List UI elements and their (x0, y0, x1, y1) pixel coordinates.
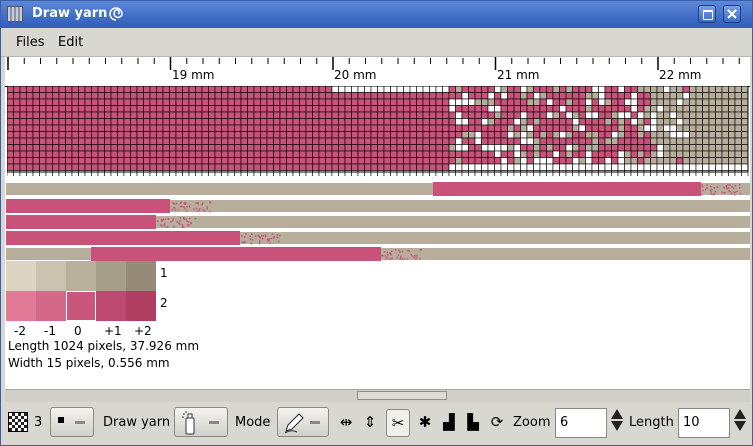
maximize-icon (703, 10, 713, 20)
shade-row2-swatch[interactable] (126, 291, 156, 321)
length-down-icon[interactable] (734, 421, 746, 431)
shade-offset-label: 0 (74, 324, 82, 338)
yarn-canvas[interactable]: 19 mm 20 mm 21 mm 22 mm 1 2 -2 -1 0 +1 +2 Leng… (5, 57, 750, 389)
menu-bar: Files Edit (1, 28, 752, 57)
width-status: Width 15 pixels, 0.556 mm (8, 356, 170, 370)
shade-row1-label: 1 (160, 266, 168, 280)
strand-2-pink (6, 199, 170, 213)
shade-row2-swatch[interactable] (6, 291, 36, 321)
length-stepper[interactable] (733, 407, 747, 439)
strand-5-pink (91, 247, 381, 261)
length-up-icon[interactable] (734, 409, 746, 419)
shade-offset-label: +1 (104, 324, 122, 338)
fluff-icon[interactable]: ✱ (414, 409, 436, 435)
shade-row1-swatch[interactable] (6, 261, 36, 291)
pen-icon (284, 413, 304, 434)
stretch-horizontal-icon[interactable]: ⇹ (335, 409, 357, 435)
scrollbar-thumb[interactable] (357, 391, 447, 400)
dropdown-arrow-icon (209, 421, 219, 424)
shade-row2-swatch[interactable] (66, 291, 96, 321)
zoom-stepper[interactable] (610, 407, 624, 439)
shade-offset-label: -2 (14, 324, 26, 338)
stairs-right-icon[interactable]: ▙ (462, 409, 484, 435)
zoom-up-icon[interactable] (611, 409, 623, 419)
window-title: Draw yarn (32, 6, 108, 21)
ruler-label-21: 21 mm (497, 68, 540, 82)
spray-tool-dropdown[interactable] (174, 407, 228, 437)
scissors-icon[interactable]: ✂ (386, 409, 410, 437)
zoom-label: Zoom (513, 415, 551, 430)
shade-palette: 1 2 -2 -1 0 +1 +2 (6, 261, 176, 351)
close-button[interactable] (723, 5, 741, 23)
checker-pattern-icon[interactable] (7, 409, 29, 435)
dropdown-arrow-icon (75, 421, 85, 424)
length-status: Length 1024 pixels, 37.926 mm (8, 339, 200, 353)
maximize-button[interactable] (698, 5, 716, 23)
shade-row2-label: 2 (160, 296, 168, 310)
pattern-select-dropdown[interactable] (50, 407, 94, 437)
spray-can-icon (182, 411, 195, 435)
yarn-strands (6, 182, 750, 261)
mode-dropdown[interactable] (277, 407, 329, 437)
strand-3-pink (6, 215, 156, 229)
strand-1-pink (433, 182, 701, 196)
bullet-icon (58, 417, 64, 423)
yarn-pixel-grid[interactable] (7, 86, 750, 176)
shade-offset-label: -1 (44, 324, 56, 338)
ruler-label-20: 20 mm (334, 68, 377, 82)
strand-4-pink (6, 231, 240, 245)
ruler-label-22: 22 mm (659, 68, 702, 82)
horizontal-scrollbar[interactable] (5, 389, 750, 402)
shade-offset-label: +2 (134, 324, 152, 338)
ruler-label-19: 19 mm (172, 68, 215, 82)
shade-row2-swatch[interactable] (36, 291, 66, 321)
shade-row1-swatch[interactable] (36, 261, 66, 291)
menu-edit[interactable]: Edit (58, 35, 83, 50)
refresh-icon[interactable]: ⟳ (486, 409, 508, 435)
stairs-left-icon[interactable]: ▟ (438, 409, 460, 435)
swirl-icon (109, 7, 123, 21)
draw-yarn-window: Draw yarn Files Edit 19 mm 20 mm 21 mm 2… (0, 0, 753, 446)
menu-files[interactable]: Files (16, 35, 45, 50)
app-icon (7, 6, 23, 22)
pattern-count: 3 (34, 415, 43, 430)
bottom-toolbar: 3 Draw yarn Mode ⇹ ⇕ ✂ ✱ ▟ ▙ ⟳ Zoom 6 Le… (1, 403, 752, 445)
length-input[interactable]: 10 (678, 408, 730, 438)
mode-label: Mode (235, 415, 271, 430)
draw-yarn-label: Draw yarn (103, 415, 171, 430)
title-bar[interactable]: Draw yarn (1, 1, 752, 28)
shade-row2-swatch[interactable] (96, 291, 126, 321)
close-icon (727, 9, 737, 19)
stretch-vertical-icon[interactable]: ⇕ (359, 409, 381, 435)
dropdown-arrow-icon (310, 421, 320, 424)
length-label: Length (629, 415, 674, 430)
zoom-input[interactable]: 6 (555, 408, 607, 438)
zoom-down-icon[interactable] (611, 421, 623, 431)
shade-row1-swatch[interactable] (66, 261, 96, 291)
mm-ruler: 19 mm 20 mm 21 mm 22 mm (5, 57, 750, 87)
shade-row1-swatch[interactable] (126, 261, 156, 291)
shade-row1-swatch[interactable] (96, 261, 126, 291)
